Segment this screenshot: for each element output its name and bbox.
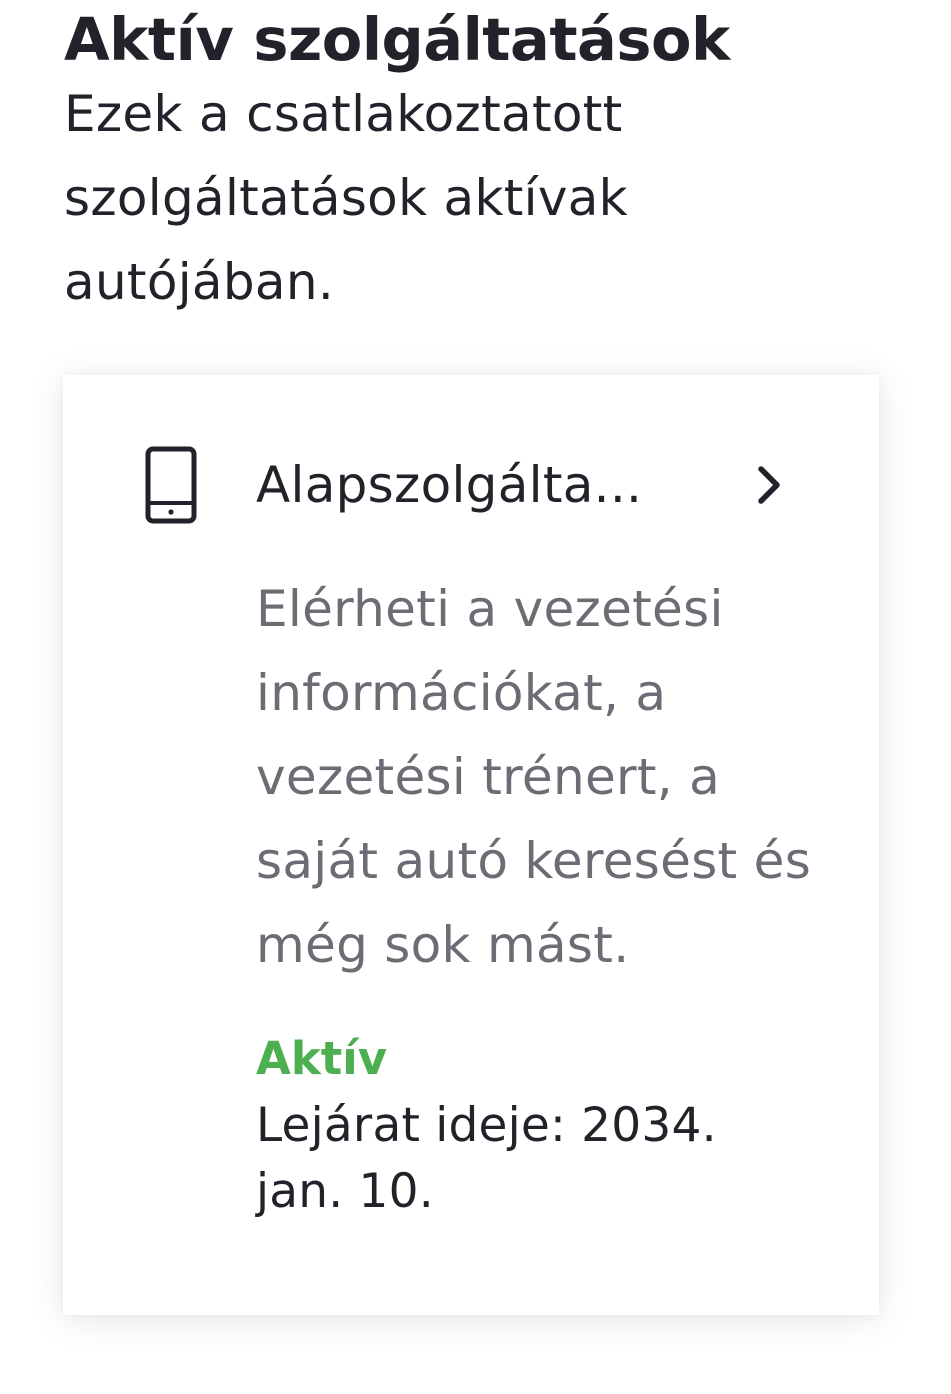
smartphone-icon <box>145 446 197 524</box>
chevron-right-icon[interactable] <box>753 463 785 507</box>
expiry-date: Lejárat ideje: 2034. jan. 10. <box>256 1098 717 1219</box>
service-card[interactable]: Alapszolgálta... Elérheti a vezetési inf… <box>63 375 879 1315</box>
page-title: Aktív szolgáltatások <box>64 5 730 74</box>
page-description: Ezek a csatlakoztatott szolgáltatások ak… <box>64 85 628 311</box>
service-description: Elérheti a vezetési információkat, a vez… <box>256 580 812 974</box>
status-badge: Aktív <box>256 1032 388 1085</box>
service-title: Alapszolgálta... <box>256 456 643 514</box>
